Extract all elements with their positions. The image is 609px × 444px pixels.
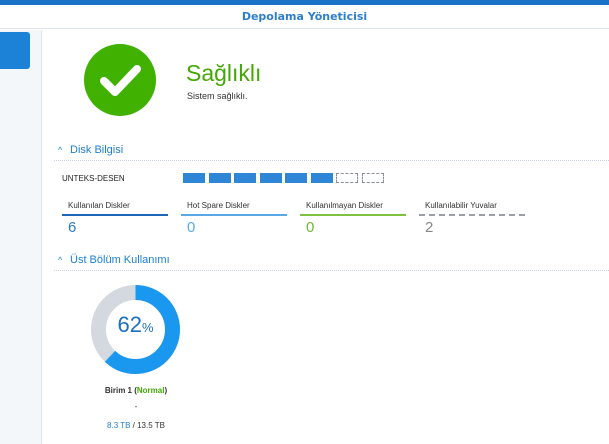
section-divider <box>54 270 609 271</box>
volume-name-text: Birim 1 <box>104 386 132 395</box>
volume-used: 8.3 TB <box>107 421 131 430</box>
disk-info-title: Disk Bilgisi <box>70 144 124 156</box>
disk-slot-used <box>259 173 282 183</box>
stat-value: 0 <box>306 219 315 236</box>
chevron-up-icon: ^ <box>58 255 63 265</box>
usage-percent-value: 62 <box>117 312 142 337</box>
disk-slot-used <box>285 173 307 183</box>
disk-slot-empty <box>361 173 384 183</box>
usage-percent-sign: % <box>141 320 154 335</box>
volume-usage-title: Üst Bölüm Kullanımı <box>70 254 170 266</box>
stat-label: Kullanılan Diskler <box>68 201 130 210</box>
stat-bar <box>419 214 525 216</box>
sidebar-active-tab[interactable] <box>0 32 30 69</box>
sidebar <box>0 30 42 444</box>
health-check-icon <box>84 44 156 116</box>
stat-value: 2 <box>425 219 434 236</box>
disk-slot-used <box>208 173 231 183</box>
stat-bar <box>300 214 406 216</box>
stat-value: 6 <box>68 219 77 236</box>
stat-bar <box>181 214 287 216</box>
stat-value: 0 <box>187 219 196 236</box>
chevron-up-icon: ^ <box>58 145 63 155</box>
volume-dash: - <box>134 402 138 411</box>
disk-device-name: UNTEKS-DESEN <box>62 174 125 183</box>
disk-slot-used <box>310 173 333 183</box>
volume-total: 13.5 TB <box>137 421 165 430</box>
stat-label: Kullanılabilir Yuvalar <box>425 201 497 210</box>
usage-percent: 62% <box>90 312 181 338</box>
stat-used-disks: Kullanılan Diskler 6 <box>62 201 168 236</box>
volume-status: Normal <box>136 386 165 395</box>
disk-slot-empty <box>336 173 358 183</box>
disk-info-section-header[interactable]: ^ Disk Bilgisi <box>58 144 123 160</box>
stat-label: Hot Spare Diskler <box>187 201 250 210</box>
health-status-message: Sistem sağlıklı. <box>187 91 248 101</box>
stat-hot-spare-disks: Hot Spare Diskler 0 <box>181 201 287 236</box>
volume-name: Birim 1 (Normal) <box>104 386 168 395</box>
stat-bar <box>62 214 168 216</box>
volume-capacity: 8.3 TB / 13.5 TB <box>86 421 186 430</box>
window-title: Depolama Yöneticisi <box>0 5 609 29</box>
stat-available-slots: Kullanılabilir Yuvalar 2 <box>419 201 525 236</box>
stat-label: Kullanılmayan Diskler <box>306 201 383 210</box>
section-divider <box>54 160 609 161</box>
disk-slot-used <box>183 173 205 183</box>
stat-unused-disks: Kullanılmayan Diskler 0 <box>300 201 406 236</box>
disk-slot-used <box>234 173 256 183</box>
health-status-title: Sağlıklı <box>186 60 262 86</box>
volume-usage-section-header[interactable]: ^ Üst Bölüm Kullanımı <box>58 254 170 270</box>
